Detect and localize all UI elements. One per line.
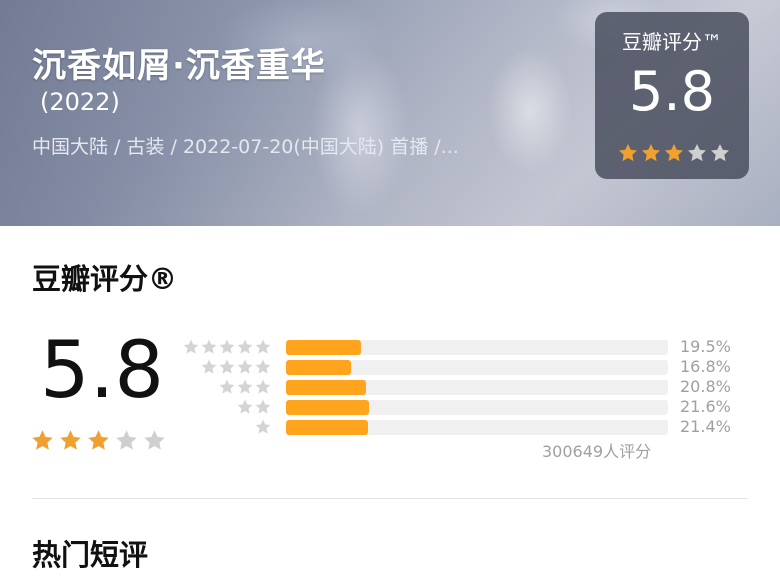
star-filled-icon bbox=[88, 430, 109, 450]
bar-fill bbox=[286, 360, 351, 375]
star-empty-icon bbox=[688, 144, 706, 162]
star-icon bbox=[201, 339, 217, 354]
rating-stars bbox=[30, 428, 167, 453]
badge-stars bbox=[617, 142, 731, 164]
bar-fill bbox=[286, 400, 369, 415]
show-year: (2022) bbox=[40, 88, 120, 116]
star-filled-icon bbox=[619, 144, 637, 162]
rating-distribution: 19.5% 16.8% 20.8% 21.6% 21.4% bbox=[183, 337, 746, 437]
star-icon bbox=[255, 339, 271, 354]
star-icon bbox=[237, 379, 253, 394]
percent-label: 21.6% bbox=[680, 397, 731, 416]
bar-track bbox=[286, 380, 668, 395]
star-icon bbox=[237, 359, 253, 374]
star-filled-icon bbox=[32, 430, 53, 450]
star-icon bbox=[255, 359, 271, 374]
star-filled-icon bbox=[60, 430, 81, 450]
divider bbox=[32, 498, 748, 499]
row-stars bbox=[236, 398, 272, 416]
rating-count[interactable]: 300649人评分 bbox=[542, 438, 651, 462]
star-icon bbox=[255, 379, 271, 394]
row-stars bbox=[200, 358, 272, 376]
percent-label: 20.8% bbox=[680, 377, 731, 396]
row-stars bbox=[218, 378, 272, 396]
percent-label: 19.5% bbox=[680, 337, 731, 356]
star-icon bbox=[219, 339, 235, 354]
douban-score-badge[interactable]: 豆瓣评分™ 5.8 bbox=[595, 12, 749, 179]
distribution-row: 19.5% bbox=[183, 337, 746, 357]
bar-fill bbox=[286, 340, 361, 355]
star-icon bbox=[219, 359, 235, 374]
row-stars bbox=[182, 338, 272, 356]
distribution-row: 20.8% bbox=[186, 377, 746, 397]
star-icon bbox=[237, 339, 253, 354]
badge-score: 5.8 bbox=[629, 60, 715, 123]
rating-section-title: 豆瓣评分® bbox=[32, 262, 178, 296]
show-title: 沉香如屑·沉香重华 bbox=[32, 46, 326, 86]
row-stars bbox=[254, 418, 272, 436]
bar-track bbox=[286, 400, 668, 415]
star-icon bbox=[237, 399, 253, 414]
star-icon bbox=[219, 379, 235, 394]
bar-fill bbox=[286, 380, 366, 395]
star-icon bbox=[201, 359, 217, 374]
star-filled-icon bbox=[642, 144, 660, 162]
rating-score: 5.8 bbox=[40, 326, 165, 416]
star-icon bbox=[255, 399, 271, 414]
hero-header: 沉香如屑·沉香重华 (2022) 中国大陆 / 古装 / 2022-07-20(… bbox=[0, 0, 780, 226]
star-empty-icon bbox=[116, 430, 137, 450]
star-icon bbox=[183, 339, 199, 354]
badge-label: 豆瓣评分™ bbox=[622, 30, 722, 54]
star-icon bbox=[255, 419, 271, 434]
bar-track bbox=[286, 360, 668, 375]
percent-label: 21.4% bbox=[680, 417, 731, 436]
percent-label: 16.8% bbox=[680, 357, 731, 376]
hot-reviews-title: 热门短评 bbox=[32, 538, 149, 572]
star-empty-icon bbox=[144, 430, 165, 450]
distribution-row: 21.6% bbox=[186, 397, 746, 417]
star-empty-icon bbox=[711, 144, 729, 162]
distribution-row: 21.4% bbox=[186, 417, 746, 437]
bar-fill bbox=[286, 420, 368, 435]
show-meta: 中国大陆 / 古装 / 2022-07-20(中国大陆) 首播 /... bbox=[32, 136, 459, 158]
bar-track bbox=[286, 420, 668, 435]
distribution-row: 16.8% bbox=[186, 357, 746, 377]
bar-track bbox=[286, 340, 668, 355]
star-filled-icon bbox=[665, 144, 683, 162]
